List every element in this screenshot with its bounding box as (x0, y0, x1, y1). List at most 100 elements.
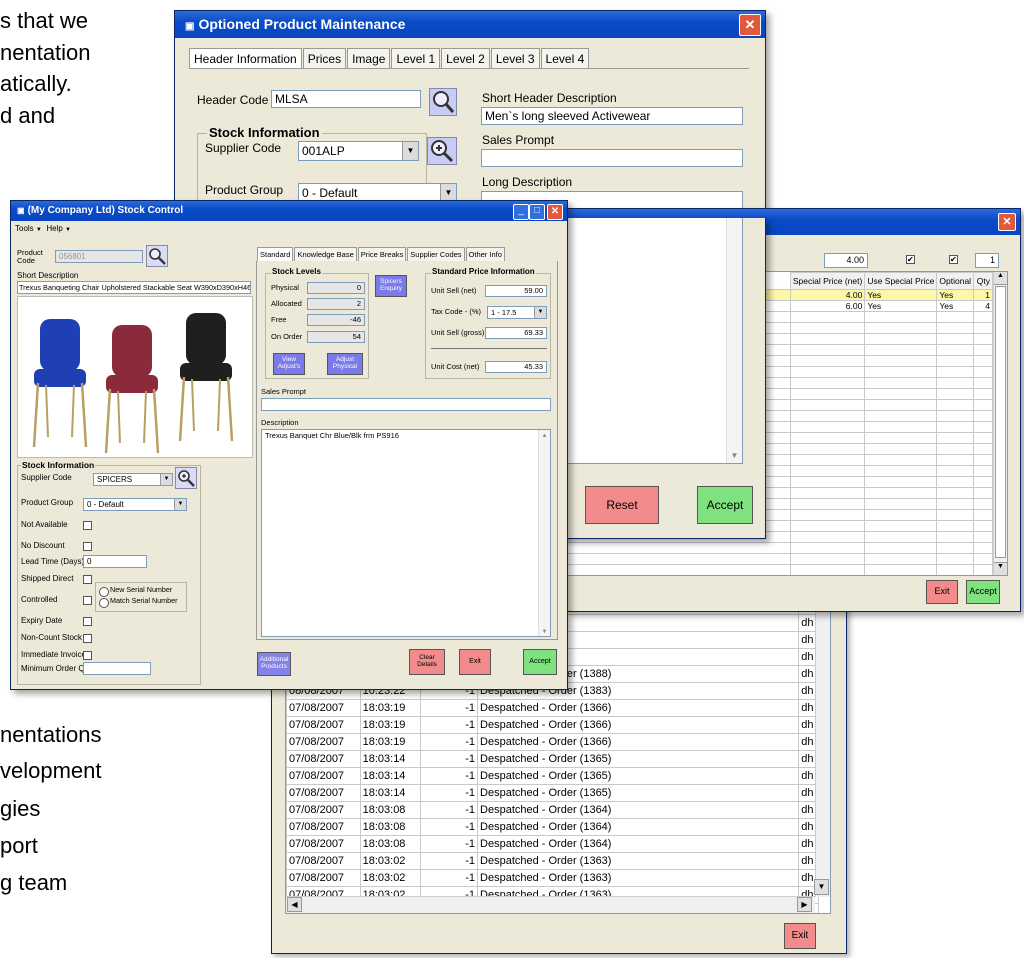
tab-header-information[interactable]: Header Information (189, 48, 302, 69)
table-row[interactable] (567, 563, 993, 575)
vertical-scrollbar[interactable]: ▲ ▼ (726, 218, 742, 463)
lead-time-input[interactable]: 0 (83, 555, 147, 568)
expiry-date-checkbox[interactable] (83, 617, 92, 626)
table-cell: 18:03:14 (359, 767, 422, 785)
table-row[interactable]: 07/08/2007 18:03:02 -1 Despatched - Order (… (286, 869, 819, 887)
supplier-code-select[interactable]: 001ALP ▼ (298, 141, 419, 161)
tab-level-1[interactable]: Level 1 (391, 48, 441, 69)
tab-level-2[interactable]: Level 2 (441, 48, 490, 69)
add-supplier-button[interactable] (175, 467, 197, 489)
no-discount-checkbox[interactable] (83, 542, 92, 551)
unit-sell-net-input[interactable]: 59.00 (485, 285, 547, 297)
scroll-thumb[interactable] (995, 286, 1006, 558)
tab-prices[interactable]: Prices (302, 48, 347, 69)
accept-button[interactable]: Accept (966, 580, 1000, 604)
table-row[interactable]: 07/08/2007 18:03:08 -1 Despatched - Order (… (286, 835, 819, 853)
sales-prompt-input[interactable] (261, 398, 551, 411)
table-row[interactable]: 07/08/2007 18:03:02 -1 Despatched - Order (… (286, 852, 819, 870)
product-group-select[interactable]: 0 - Default ▼ (83, 498, 187, 511)
reset-button[interactable]: Reset (585, 486, 659, 524)
scroll-down-icon[interactable]: ▼ (727, 451, 742, 463)
match-serial-radio[interactable] (99, 598, 109, 608)
vertical-scrollbar[interactable] (815, 581, 830, 897)
short-header-description-input[interactable]: Men`s long sleeved Activewear (481, 107, 743, 125)
table-row[interactable] (567, 552, 993, 565)
table-row[interactable]: 07/08/2007 18:03:14 -1 Despatched - Order (… (286, 767, 819, 785)
table-row[interactable]: 07/08/2007 18:03:14 -1 Despatched - Order (… (286, 750, 819, 768)
additional-products-button[interactable]: Additional Products (257, 652, 291, 676)
table-row[interactable]: 07/08/2007 18:03:14 -1 Despatched - Order (… (286, 784, 819, 802)
supplier-code-select[interactable]: SPICERS ▼ (93, 473, 173, 486)
close-button[interactable]: ✕ (547, 204, 563, 220)
shipped-direct-checkbox[interactable] (83, 575, 92, 584)
scroll-down-icon[interactable]: ▼ (814, 879, 829, 895)
minimum-order-qty-input[interactable] (83, 662, 151, 675)
horizontal-scrollbar[interactable] (286, 896, 815, 913)
table-row[interactable] (567, 541, 993, 554)
table-cell (936, 387, 975, 400)
clear-details-button[interactable]: Clear Details (409, 649, 445, 675)
table-row[interactable]: 07/08/2007 18:03:19 -1 Despatched - Order (… (286, 699, 819, 717)
search-button[interactable] (429, 88, 457, 116)
scroll-left-icon[interactable]: ◀ (287, 897, 302, 912)
controlled-checkbox[interactable] (83, 596, 92, 605)
sales-prompt-input[interactable] (481, 149, 743, 167)
accept-button[interactable]: Accept (697, 486, 753, 524)
unit-cost-input[interactable]: 45.33 (485, 361, 547, 373)
vertical-scrollbar[interactable]: ▲ ▼ (993, 272, 1007, 575)
description-textarea[interactable]: Trexus Banquet Chr Blue/Blk frm PS916 ▲ … (261, 429, 551, 637)
tab-price-breaks[interactable]: Price Breaks (357, 247, 407, 261)
tax-code-select[interactable]: 1 - 17.5 ▼ (487, 306, 547, 319)
tab-knowledge-base[interactable]: Knowledge Base (294, 247, 357, 261)
short-description-input[interactable]: Trexus Banqueting Chair Upholstered Stac… (17, 281, 251, 294)
minimize-button[interactable]: _ (513, 204, 529, 220)
view-adjusts-button[interactable]: View Adjust's (273, 353, 305, 375)
scroll-down-icon[interactable]: ▼ (539, 626, 550, 636)
non-count-stock-checkbox[interactable] (83, 634, 92, 643)
menu-tools[interactable]: Tools (15, 224, 34, 233)
table-row[interactable]: 07/08/2007 18:03:08 -1 Despatched - Order (… (286, 801, 819, 819)
unit-sell-gross-input[interactable]: 69.33 (485, 327, 547, 339)
table-cell: 07/08/2007 (286, 699, 361, 717)
scroll-right-icon[interactable]: ▶ (797, 897, 812, 912)
close-button[interactable]: ✕ (739, 14, 761, 36)
table-cell (864, 486, 938, 499)
supplier-code-label: Supplier Code (205, 141, 282, 155)
not-available-checkbox[interactable] (83, 521, 92, 530)
special-price-default-input[interactable]: 4.00 (824, 253, 868, 268)
table-row[interactable]: 07/08/2007 18:03:19 -1 Despatched - Order (… (286, 716, 819, 734)
tab-level-3[interactable]: Level 3 (490, 48, 540, 69)
adjust-physical-button[interactable]: Adjust Physical (327, 353, 363, 375)
accept-button[interactable]: Accept (523, 649, 557, 675)
menu-help[interactable]: Help (46, 224, 62, 233)
tab-level-4[interactable]: Level 4 (540, 48, 590, 69)
qty-default-input[interactable]: 1 (975, 253, 999, 268)
scroll-down-icon[interactable]: ▼ (994, 562, 1007, 575)
header-code-input[interactable]: MLSA (271, 90, 421, 108)
tab-image[interactable]: Image (347, 48, 391, 69)
scroll-up-icon[interactable]: ▲ (539, 430, 550, 440)
product-code-input[interactable]: 056801 (55, 250, 143, 263)
search-button[interactable] (146, 245, 168, 267)
table-cell (789, 442, 866, 455)
close-button[interactable]: ✕ (998, 213, 1016, 231)
exit-button[interactable]: Exit (926, 580, 958, 604)
tab-supplier-codes[interactable]: Supplier Codes (407, 247, 465, 261)
exit-button[interactable]: Exit (459, 649, 491, 675)
background-text: d and (0, 103, 56, 128)
optional-checkbox[interactable]: ✔ (949, 255, 958, 264)
table-cell: 07/08/2007 (286, 835, 361, 853)
vertical-scrollbar[interactable]: ▲ ▼ (538, 430, 550, 636)
tab-other-info[interactable]: Other Info (465, 247, 505, 261)
scroll-up-icon[interactable]: ▲ (994, 272, 1007, 285)
exit-button[interactable]: Exit (784, 923, 816, 949)
tab-standard[interactable]: Standard (257, 247, 294, 261)
table-row[interactable]: 07/08/2007 18:03:19 -1 Despatched - Order (… (286, 733, 819, 751)
new-serial-radio[interactable] (99, 587, 109, 597)
add-supplier-button[interactable] (427, 137, 457, 165)
use-special-price-checkbox[interactable]: ✔ (906, 255, 915, 264)
spicers-enquiry-button[interactable]: Spicers Enquiry (375, 275, 407, 297)
immediate-invoice-checkbox[interactable] (83, 651, 92, 660)
maximize-button[interactable]: □ (529, 204, 545, 220)
table-row[interactable]: 07/08/2007 18:03:08 -1 Despatched - Order (… (286, 818, 819, 836)
